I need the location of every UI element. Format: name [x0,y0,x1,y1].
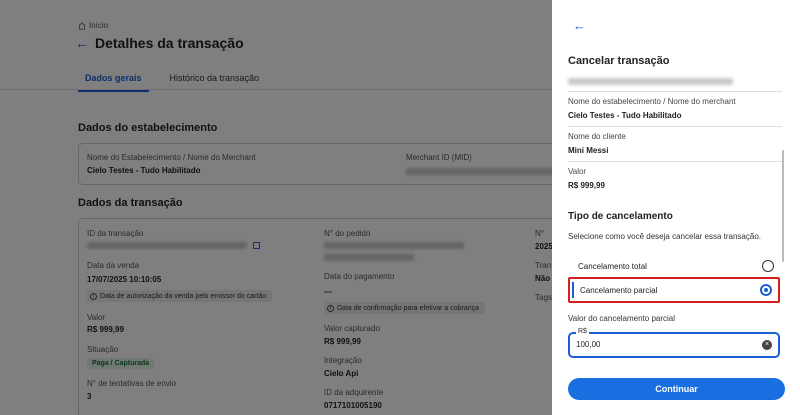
clear-icon[interactable]: × [762,340,772,350]
partial-amount-input[interactable] [576,340,756,349]
continue-button[interactable]: Continuar [568,378,785,400]
divider [568,161,782,162]
transaction-id-redacted [568,78,733,85]
client-value: Mini Messi [568,146,609,155]
drawer-title: Cancelar transação [568,55,670,67]
cancel-transaction-drawer: ← Cancelar transação Nome do estabelecim… [552,0,800,415]
merchant-value: Cielo Testes - Tudo Habilitado [568,111,682,120]
radio-button-total[interactable] [762,260,774,272]
partial-amount-label: Valor do cancelamento parcial [568,314,676,323]
partial-amount-field[interactable]: R$ × [568,328,780,358]
radio-label-partial: Cancelamento parcial [580,285,658,295]
radio-option-partial-cancel[interactable]: Cancelamento parcial [568,277,780,303]
value-label: Valor [568,167,587,176]
cancel-type-title: Tipo de cancelamento [568,211,673,222]
client-label: Nome do cliente [568,132,626,141]
cancel-type-description: Selecione como você deseja cancelar essa… [568,232,761,241]
radio-button-partial[interactable] [760,284,772,296]
radio-option-total-cancel[interactable]: Cancelamento total [568,253,780,279]
scrollbar[interactable] [782,150,784,262]
value-value: R$ 999,99 [568,181,605,190]
radio-label-total: Cancelamento total [578,261,647,271]
divider [568,126,782,127]
currency-prefix: R$ [576,328,589,335]
drawer-back-arrow-icon[interactable]: ← [573,19,586,32]
merchant-label: Nome do estabelecimento / Nome do mercha… [568,97,736,106]
divider [568,91,782,92]
